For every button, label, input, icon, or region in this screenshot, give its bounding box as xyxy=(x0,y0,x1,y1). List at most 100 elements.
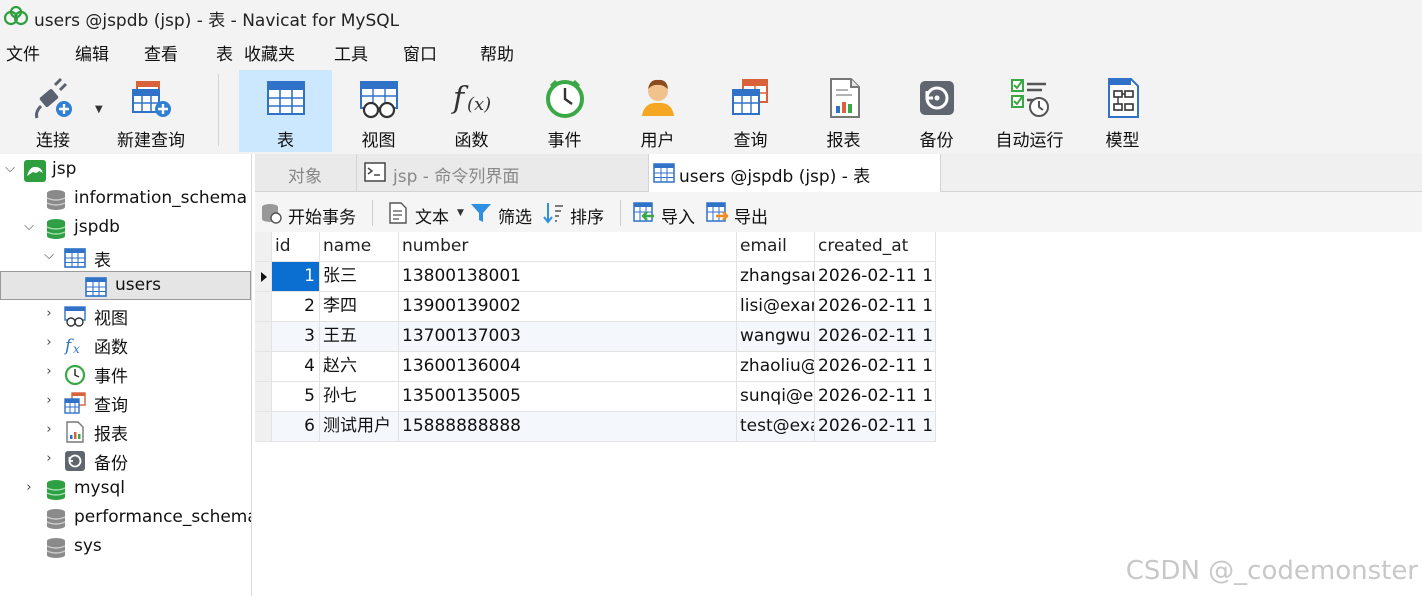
tree-item-tables[interactable]: ⌵ 表 xyxy=(0,243,251,272)
table-row[interactable]: 2 李四 13900139002 lisi@exar 2026-02-11 1 xyxy=(255,292,936,322)
chevron-right-icon[interactable]: › xyxy=(22,480,36,496)
table-cell[interactable]: wangwu xyxy=(737,322,815,352)
connect-button[interactable]: 连接 xyxy=(8,70,98,152)
table-cell[interactable]: 李四 xyxy=(320,292,399,322)
sort-icon xyxy=(543,203,563,224)
chevron-right-icon[interactable]: › xyxy=(42,422,56,438)
table-cell[interactable]: zhangsan xyxy=(737,262,815,292)
tab-console[interactable]: jsp - 命令列界面 xyxy=(357,154,649,191)
function-label: 函数 xyxy=(454,131,489,151)
function-button[interactable]: f (x) 函数 xyxy=(425,70,518,152)
tree-item-reports[interactable]: › 报表 xyxy=(0,417,251,446)
chevron-right-icon[interactable]: › xyxy=(42,335,56,351)
navicat-logo-icon xyxy=(4,6,28,26)
table-row[interactable]: 3 王五 13700137003 wangwu 2026-02-11 1 xyxy=(255,322,936,352)
event-button[interactable]: 事件 xyxy=(518,70,611,152)
tree-item-sys[interactable]: sys xyxy=(0,533,251,562)
model-button[interactable]: 模型 xyxy=(1076,70,1169,152)
column-header[interactable]: number xyxy=(399,232,737,262)
tree-item-users[interactable]: users xyxy=(0,271,251,300)
row-marker xyxy=(255,262,272,292)
new-query-button[interactable]: 新建查询 xyxy=(106,70,196,152)
tree-item-connection-jsp[interactable]: ⌵ jsp xyxy=(0,156,251,185)
table-cell[interactable]: lisi@exar xyxy=(737,292,815,322)
table-cell[interactable]: 5 xyxy=(272,382,320,412)
table-cell[interactable]: 王五 xyxy=(320,322,399,352)
table-cell[interactable]: 赵六 xyxy=(320,352,399,382)
table-cell[interactable]: 2026-02-11 1 xyxy=(815,352,936,382)
table-cell[interactable]: 4 xyxy=(272,352,320,382)
table-cell[interactable]: 13700137003 xyxy=(399,322,737,352)
tree-item-mysql[interactable]: › mysql xyxy=(0,475,251,504)
menu-table[interactable]: 表 xyxy=(216,40,233,65)
column-header[interactable]: created_at xyxy=(815,232,936,262)
table-cell[interactable]: 张三 xyxy=(320,262,399,292)
menu-file[interactable]: 文件 xyxy=(6,40,40,65)
table-row[interactable]: 5 孙七 13500135005 sunqi@e 2026-02-11 1 xyxy=(255,382,936,412)
chevron-down-icon[interactable]: ⌵ xyxy=(42,248,56,264)
tree-label: 事件 xyxy=(94,367,128,387)
menu-view[interactable]: 查看 xyxy=(144,40,178,65)
menu-edit[interactable]: 编辑 xyxy=(75,40,109,65)
table-cell[interactable]: 测试用户 xyxy=(320,412,399,442)
tree-label: performance_schema xyxy=(74,507,252,527)
main-toolbar: 连接 ▼ 新建查询 表 视图 f (x) 函数 事件 用户 查询 报表 备份 自… xyxy=(0,68,1422,154)
table-cell[interactable]: 15888888888 xyxy=(399,412,737,442)
table-cell[interactable]: 6 xyxy=(272,412,320,442)
table-row[interactable]: 1 张三 13800138001 zhangsan 2026-02-11 1 xyxy=(255,262,936,292)
table-toolbar: 开始事务 文本 ▼ 筛选 排序 导入 导出 xyxy=(255,192,1422,232)
database-icon xyxy=(46,509,66,529)
menu-help[interactable]: 帮助 xyxy=(480,40,514,65)
table-button[interactable]: 表 xyxy=(239,70,332,152)
tree-item-queries[interactable]: › 查询 xyxy=(0,388,251,417)
table-cell[interactable]: 2 xyxy=(272,292,320,322)
chevron-right-icon[interactable]: › xyxy=(42,306,56,322)
tree-item-backups[interactable]: › 备份 xyxy=(0,446,251,475)
tab-objects[interactable]: 对象 xyxy=(255,154,357,191)
table-row[interactable]: 6 测试用户 15888888888 test@exa 2026-02-11 1 xyxy=(255,412,936,442)
user-button[interactable]: 用户 xyxy=(611,70,704,152)
tree-item-events[interactable]: › 事件 xyxy=(0,359,251,388)
table-cell[interactable]: 13800138001 xyxy=(399,262,737,292)
chevron-right-icon[interactable]: › xyxy=(42,364,56,380)
chevron-down-icon[interactable]: ▼ xyxy=(95,104,103,115)
view-button[interactable]: 视图 xyxy=(332,70,425,152)
query-button[interactable]: 查询 xyxy=(704,70,797,152)
backup-button[interactable]: 备份 xyxy=(890,70,983,152)
chevron-down-icon[interactable]: ▼ xyxy=(457,208,464,218)
table-cell[interactable]: sunqi@e xyxy=(737,382,815,412)
report-button[interactable]: 报表 xyxy=(797,70,890,152)
table-cell[interactable]: 13900139002 xyxy=(399,292,737,322)
tree-item-performance-schema[interactable]: performance_schema xyxy=(0,504,251,533)
table-cell[interactable]: 13600136004 xyxy=(399,352,737,382)
tree-item-functions[interactable]: › f x 函数 xyxy=(0,330,251,359)
query-icon xyxy=(731,79,768,115)
table-cell[interactable]: 3 xyxy=(272,322,320,352)
menu-favorites[interactable]: 收藏夹 xyxy=(244,40,295,65)
tree-item-jspdb[interactable]: ⌵ jspdb xyxy=(0,214,251,243)
tree-item-views[interactable]: › 视图 xyxy=(0,301,251,330)
chevron-right-icon[interactable]: › xyxy=(42,451,56,467)
table-cell[interactable]: 13500135005 xyxy=(399,382,737,412)
column-header[interactable]: name xyxy=(320,232,399,262)
column-header[interactable]: email xyxy=(737,232,815,262)
table-cell[interactable]: 2026-02-11 1 xyxy=(815,262,936,292)
table-cell[interactable]: 2026-02-11 1 xyxy=(815,382,936,412)
automation-button[interactable]: 自动运行 xyxy=(983,70,1076,152)
table-cell[interactable]: 1 xyxy=(272,262,320,292)
menu-window[interactable]: 窗口 xyxy=(403,40,437,65)
table-row[interactable]: 4 赵六 13600136004 zhaoliu@ 2026-02-11 1 xyxy=(255,352,936,382)
chevron-down-icon[interactable]: ⌵ xyxy=(22,219,36,235)
table-cell[interactable]: 2026-02-11 1 xyxy=(815,322,936,352)
table-cell[interactable]: 2026-02-11 1 xyxy=(815,292,936,322)
chevron-right-icon[interactable]: › xyxy=(42,393,56,409)
tree-item-information-schema[interactable]: information_schema xyxy=(0,185,251,214)
tab-users-table[interactable]: users @jspdb (jsp) - 表 xyxy=(649,154,941,192)
table-cell[interactable]: 2026-02-11 1 xyxy=(815,412,936,442)
table-cell[interactable]: test@exa xyxy=(737,412,815,442)
chevron-down-icon[interactable]: ⌵ xyxy=(3,161,17,177)
table-cell[interactable]: 孙七 xyxy=(320,382,399,412)
column-header[interactable]: id xyxy=(272,232,320,262)
table-cell[interactable]: zhaoliu@ xyxy=(737,352,815,382)
menu-tools[interactable]: 工具 xyxy=(334,40,368,65)
